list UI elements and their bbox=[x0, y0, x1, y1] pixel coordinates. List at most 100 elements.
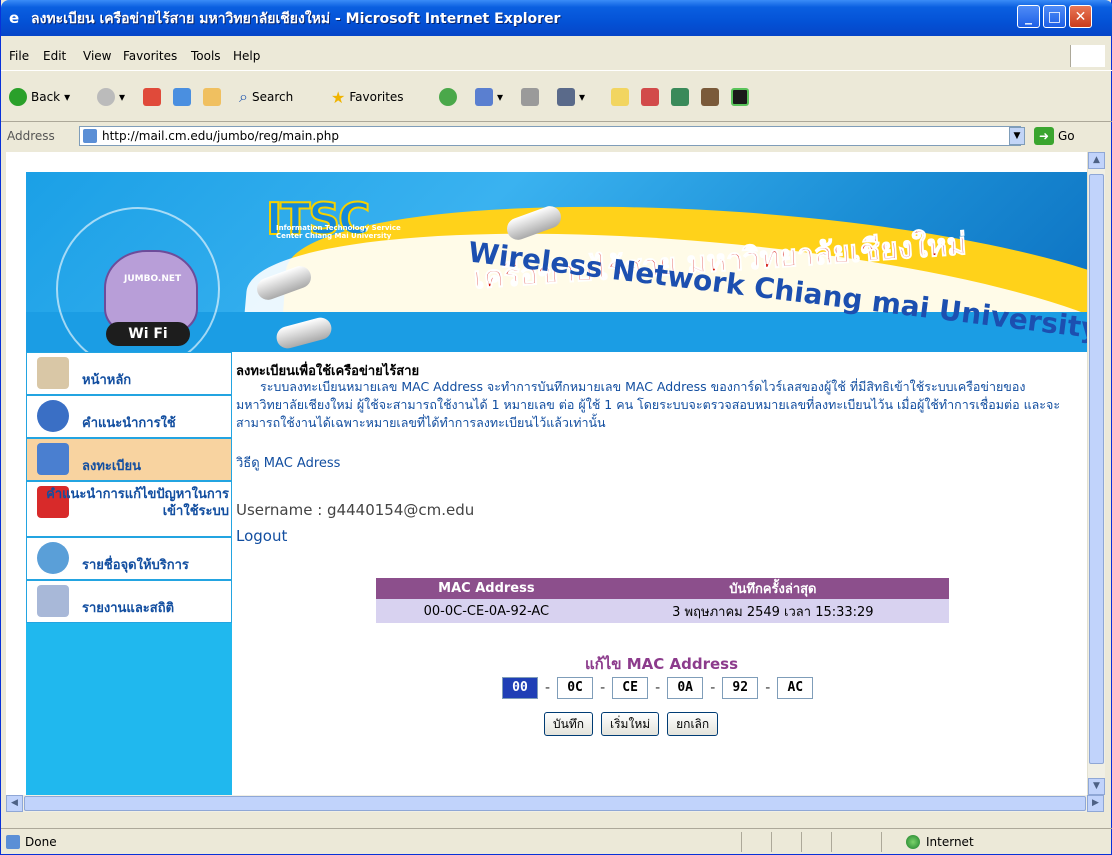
stop-button[interactable] bbox=[143, 85, 161, 109]
vertical-scroll-thumb[interactable] bbox=[1089, 174, 1104, 764]
address-url: http://mail.cm.edu/jumbo/reg/main.php bbox=[102, 129, 340, 143]
home-button[interactable] bbox=[203, 85, 221, 109]
tools-icon bbox=[701, 88, 719, 106]
scroll-right-button[interactable]: ▶ bbox=[1087, 795, 1104, 812]
print-button[interactable] bbox=[521, 85, 539, 109]
register-icon bbox=[37, 443, 69, 475]
logout-link[interactable]: Logout bbox=[236, 527, 287, 545]
address-bar: Address http://mail.cm.edu/jumbo/reg/mai… bbox=[1, 123, 1112, 149]
close-button[interactable]: ✕ bbox=[1069, 5, 1092, 28]
minimize-button[interactable]: _ bbox=[1017, 5, 1040, 28]
status-divider bbox=[741, 832, 742, 852]
vertical-scrollbar[interactable]: ▲ ▼ bbox=[1087, 152, 1105, 795]
mac-separator: - bbox=[765, 680, 771, 696]
reset-button[interactable]: เริ่มใหม่ bbox=[601, 712, 660, 736]
elephant-text: JUMBO.NET bbox=[124, 274, 182, 284]
page-status-icon bbox=[6, 835, 20, 849]
globe-icon bbox=[37, 542, 69, 574]
menu-file[interactable]: File bbox=[9, 49, 29, 63]
stop-icon bbox=[143, 88, 161, 106]
edit-button[interactable]: ▾ bbox=[557, 85, 585, 109]
search-icon: ⌕ bbox=[239, 87, 248, 106]
windows-logo-icon bbox=[1070, 45, 1105, 67]
download-icon bbox=[731, 88, 749, 106]
mac-field-1[interactable]: 00 bbox=[500, 675, 540, 701]
mac-field-6[interactable]: AC bbox=[777, 677, 814, 699]
menu-edit[interactable]: Edit bbox=[43, 49, 66, 63]
sidebar-item-usage-guide[interactable]: คำแนะนำการใช้ bbox=[26, 395, 232, 438]
sidebar-item-label: ลงทะเบียน bbox=[82, 459, 142, 474]
tools-button[interactable] bbox=[701, 85, 719, 109]
scroll-up-button[interactable]: ▲ bbox=[1088, 152, 1105, 169]
sidebar-item-label: คำแนะนำการแก้ไขปัญหาในการเข้าใช้ระบบ bbox=[46, 487, 229, 519]
security-zone: Internet bbox=[906, 835, 974, 849]
help-icon bbox=[37, 400, 69, 432]
menu-tools[interactable]: Tools bbox=[191, 49, 221, 63]
refresh-button[interactable] bbox=[173, 85, 191, 109]
scroll-left-button[interactable]: ◀ bbox=[6, 795, 23, 812]
internet-globe-icon bbox=[906, 835, 920, 849]
discuss-icon bbox=[611, 88, 629, 106]
extra-button[interactable] bbox=[731, 85, 749, 109]
menu-favorites[interactable]: Favorites bbox=[123, 49, 177, 63]
page-icon bbox=[83, 129, 97, 143]
horizontal-scrollbar[interactable]: ◀ ▶ bbox=[6, 795, 1104, 812]
home-icon bbox=[203, 88, 221, 106]
discuss-button[interactable] bbox=[611, 85, 629, 109]
mac-field-3[interactable]: CE bbox=[612, 677, 649, 699]
sidebar-item-troubleshoot[interactable]: คำแนะนำการแก้ไขปัญหาในการเข้าใช้ระบบ bbox=[26, 481, 232, 537]
form-buttons: บันทึก เริ่มใหม่ ยกเลิก bbox=[544, 712, 719, 736]
itsc-subtitle: Information Technology Service Center Ch… bbox=[276, 224, 401, 240]
chevron-down-icon: ▾ bbox=[497, 90, 504, 104]
research-button[interactable] bbox=[641, 85, 659, 109]
chevron-down-icon: ▾ bbox=[119, 90, 126, 104]
forward-button[interactable]: ▾ bbox=[97, 85, 125, 109]
table-cell-mac: 00-0C-CE-0A-92-AC bbox=[376, 599, 597, 623]
mac-input-group: 00 - 0C - CE - 0A - 92 - AC bbox=[500, 675, 814, 701]
history-button[interactable] bbox=[439, 85, 457, 109]
status-divider bbox=[771, 832, 772, 852]
horizontal-scroll-thumb[interactable] bbox=[24, 796, 1086, 811]
address-input[interactable]: http://mail.cm.edu/jumbo/reg/main.php bbox=[79, 126, 1021, 146]
mac-field-5[interactable]: 92 bbox=[722, 677, 759, 699]
maximize-button[interactable]: □ bbox=[1043, 5, 1066, 28]
mac-table: MAC Address บันทึกครั้งล่าสุด 00-0C-CE-0… bbox=[376, 578, 949, 623]
search-label: Search bbox=[251, 90, 294, 104]
window-title: ลงทะเบียน เครือข่ายไร้สาย มหาวิทยาลัยเชี… bbox=[31, 11, 561, 27]
report-icon bbox=[37, 585, 69, 617]
mac-field-4[interactable]: 0A bbox=[667, 677, 704, 699]
sidebar-item-label: รายชื่อจุดให้บริการ bbox=[82, 558, 189, 573]
back-arrow-icon bbox=[9, 88, 27, 106]
title-bar[interactable]: e ลงทะเบียน เครือข่ายไร้สาย มหาวิทยาลัยเ… bbox=[1, 0, 1112, 36]
ie-icon: e bbox=[9, 9, 20, 27]
save-button[interactable]: บันทึก bbox=[544, 712, 593, 736]
mac-separator: - bbox=[655, 680, 661, 696]
sidebar-item-label: หน้าหลัก bbox=[82, 373, 132, 388]
sidebar-item-reports[interactable]: รายงานและสถิติ bbox=[26, 580, 232, 623]
search-button[interactable]: ⌕ Search bbox=[239, 85, 293, 109]
chevron-down-icon: ▾ bbox=[579, 90, 586, 104]
cancel-button[interactable]: ยกเลิก bbox=[667, 712, 719, 736]
go-button[interactable]: ➜ Go bbox=[1034, 126, 1104, 146]
favorites-button[interactable]: ★ Favorites bbox=[331, 85, 404, 109]
mail-button[interactable]: ▾ bbox=[475, 85, 503, 109]
address-label: Address bbox=[7, 129, 55, 143]
address-dropdown-button[interactable]: ▼ bbox=[1009, 127, 1025, 145]
mail-icon bbox=[475, 88, 493, 106]
back-button[interactable]: Back ▾ bbox=[9, 85, 70, 109]
sidebar-item-label: รายงานและสถิติ bbox=[82, 601, 175, 616]
sidebar-item-register[interactable]: ลงทะเบียน bbox=[26, 438, 232, 481]
username-text: Username : g4440154@cm.edu bbox=[236, 501, 475, 519]
mac-field-2[interactable]: 0C bbox=[557, 677, 594, 699]
mac-help-link[interactable]: วิธีดู MAC Adress bbox=[236, 452, 340, 473]
menu-view[interactable]: View bbox=[83, 49, 111, 63]
sidebar-item-service-points[interactable]: รายชื่อจุดให้บริการ bbox=[26, 537, 232, 580]
status-divider bbox=[831, 832, 832, 852]
menu-help[interactable]: Help bbox=[233, 49, 260, 63]
favorites-label: Favorites bbox=[349, 90, 404, 104]
scroll-down-button[interactable]: ▼ bbox=[1088, 778, 1105, 795]
refresh-icon bbox=[173, 88, 191, 106]
messenger-button[interactable] bbox=[671, 85, 689, 109]
sidebar-item-home[interactable]: หน้าหลัก bbox=[26, 352, 232, 395]
menu-bar: File Edit View Favorites Tools Help bbox=[1, 44, 1112, 68]
